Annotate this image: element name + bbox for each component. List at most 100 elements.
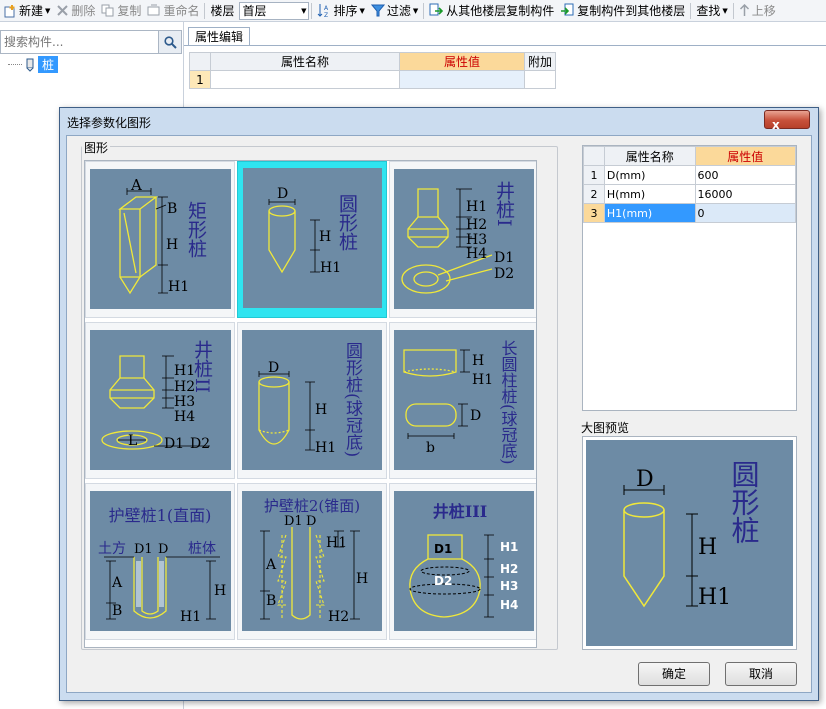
preview-title: 圆形桩 xyxy=(728,460,761,544)
well-pile-3-dim-d1: D1 xyxy=(434,542,452,556)
sort-button[interactable]: AZ 排序 ▼ xyxy=(314,0,367,21)
tree-connector xyxy=(8,64,22,65)
find-dropdown-icon: ▼ xyxy=(722,6,728,15)
extra-cell[interactable] xyxy=(524,70,556,89)
row-number[interactable]: 3 xyxy=(583,203,605,223)
param-name-cell[interactable]: D(mm) xyxy=(603,165,696,185)
chevron-down-icon: ▼ xyxy=(301,6,307,15)
rename-label: 重命名 xyxy=(163,4,200,18)
preview-dim-d: D xyxy=(636,467,654,492)
row-number[interactable]: 1 xyxy=(189,70,211,89)
param-column-header-value[interactable]: 属性值 xyxy=(694,146,797,166)
copy-from-floor-label: 从其他楼层复制构件 xyxy=(446,4,555,18)
search-input[interactable] xyxy=(0,30,163,54)
shape-tile-well-pile-3[interactable]: 井桩III D1 D2 H1 H2 H3 H4 xyxy=(389,483,536,640)
toolbar-divider xyxy=(690,2,692,19)
table-row: 3 H1(mm) 0 xyxy=(583,203,797,223)
shape-tile-round-pile[interactable]: D H H1 圆形桩 xyxy=(237,161,387,318)
value-cell[interactable] xyxy=(399,70,525,89)
copy-from-floor-button[interactable]: 从其他楼层复制构件 xyxy=(426,0,557,21)
dialog-title: 选择参数化图形 xyxy=(67,116,152,130)
wall-pile-2-drawing: 护壁桩2(锥面) D1 D H1 A B H H2 xyxy=(242,491,382,631)
move-up-button[interactable]: 上移 xyxy=(736,0,779,21)
rect-pile-dim-b: B xyxy=(167,201,177,217)
table-row: 1 D(mm) 600 xyxy=(583,165,797,185)
well-pile-3-dim-h4: H4 xyxy=(500,598,518,612)
copy-icon xyxy=(101,4,114,17)
preview-dim-h: H xyxy=(698,535,717,560)
param-column-header-name[interactable]: 属性名称 xyxy=(603,146,696,166)
delete-button[interactable]: 删除 xyxy=(53,0,98,21)
delete-label: 删除 xyxy=(71,4,96,18)
close-button[interactable]: x xyxy=(764,110,810,132)
name-cell[interactable] xyxy=(210,70,400,89)
ok-button[interactable]: 确定 xyxy=(638,662,710,686)
wall-pile-1-dim-d: D xyxy=(158,542,168,557)
round-pile-cap-title: 圆形桩(球冠底) xyxy=(342,342,363,457)
delete-icon xyxy=(57,5,69,16)
well-pile-1-dim-h2: H2 xyxy=(466,217,487,233)
new-icon xyxy=(4,4,15,17)
toolbar-divider xyxy=(204,2,206,19)
shape-tile-wall-pile-1[interactable]: 护壁桩1(直面) 土方 桩体 D1 D A B H H1 xyxy=(85,483,235,640)
column-header-name[interactable]: 属性名称 xyxy=(210,52,400,71)
copy-from-floor-icon xyxy=(429,3,444,16)
preview-drawing: D H H1 圆形桩 xyxy=(586,440,793,646)
oblong-pile-cap-dim-d: D xyxy=(470,408,481,424)
wall-pile-2-dim-d1: D1 xyxy=(284,514,303,529)
search-button[interactable] xyxy=(158,30,182,54)
well-pile-3-dim-h3: H3 xyxy=(500,579,518,593)
well-pile-2-dim-h3: H3 xyxy=(174,394,195,410)
shape-tile-well-pile-2[interactable]: H1 H2 H3 H4 L D1 D2 井桩II xyxy=(85,322,235,479)
toolbar-divider xyxy=(423,2,425,19)
well-pile-1-dim-d1: D1 xyxy=(494,250,514,266)
table-header-row: 属性名称 属性值 附加 xyxy=(189,52,556,71)
find-button[interactable]: 查找 ▼ xyxy=(693,0,730,21)
param-name-cell[interactable]: H1(mm) xyxy=(603,203,696,223)
move-up-label: 上移 xyxy=(751,4,776,18)
filter-label: 过滤 xyxy=(386,4,411,18)
new-button[interactable]: 新建 ▼ xyxy=(0,0,53,21)
filter-button[interactable]: 过滤 ▼ xyxy=(368,0,421,21)
param-value-cell[interactable]: 0 xyxy=(694,203,797,223)
round-pile-title: 圆形桩 xyxy=(336,194,358,251)
new-dropdown-icon: ▼ xyxy=(45,6,51,15)
tab-property-edit[interactable]: 属性编辑 xyxy=(188,27,251,46)
shape-tile-well-pile-1[interactable]: H1 H2 H3 H4 D1 D2 井桩I xyxy=(389,161,536,318)
row-number[interactable]: 1 xyxy=(583,165,605,185)
round-pile-cap-dim-h1: H1 xyxy=(315,440,336,456)
wall-pile-1-title: 护壁桩1(直面) xyxy=(109,506,212,525)
floor-select[interactable]: 首层 ▼ xyxy=(239,1,310,20)
row-number[interactable]: 2 xyxy=(583,184,605,204)
copy-label: 复制 xyxy=(117,4,142,18)
toolbar-divider xyxy=(732,2,734,19)
shape-tile-rect-pile[interactable]: A B H H1 矩形桩 xyxy=(85,161,235,318)
cancel-button[interactable]: 取消 xyxy=(725,662,797,686)
shape-tile-round-pile-cap[interactable]: D H H1 圆形桩(球冠底) xyxy=(237,322,387,479)
property-table: 属性名称 属性值 附加 1 xyxy=(189,52,556,89)
param-value-cell[interactable]: 16000 xyxy=(694,184,797,204)
tree-item-pile[interactable]: 桩 xyxy=(8,56,59,73)
oblong-pile-cap-drawing: H H1 D b 长圆柱桩(球冠底) xyxy=(394,330,534,470)
shape-tile-oblong-pile-cap[interactable]: H H1 D b 长圆柱桩(球冠底) xyxy=(389,322,536,479)
rename-button[interactable]: 重命名 xyxy=(144,0,202,21)
column-header-extra[interactable]: 附加 xyxy=(524,52,556,71)
oblong-pile-cap-title: 长圆柱桩(球冠底) xyxy=(499,340,518,464)
tree-item-label: 桩 xyxy=(38,56,59,73)
copy-button[interactable]: 复制 xyxy=(98,0,144,21)
param-value-cell[interactable]: 600 xyxy=(694,165,797,185)
well-pile-1-dim-h1: H1 xyxy=(466,199,487,215)
table-header-row: 属性名称 属性值 xyxy=(583,146,797,166)
shape-tile-wall-pile-2[interactable]: 护壁桩2(锥面) D1 D H1 A B H H2 xyxy=(237,483,387,640)
rect-pile-title: 矩形桩 xyxy=(185,201,207,258)
svg-text:Z: Z xyxy=(324,12,328,18)
column-header-value[interactable]: 属性值 xyxy=(399,52,525,71)
wall-pile-1-dim-a: A xyxy=(111,575,123,591)
floor-label-text: 楼层 xyxy=(210,4,235,18)
copy-to-floor-button[interactable]: 复制构件到其他楼层 xyxy=(557,0,688,21)
sort-dropdown-icon: ▼ xyxy=(359,6,365,15)
wall-pile-2-dim-a: A xyxy=(265,557,277,573)
copy-to-floor-label: 复制构件到其他楼层 xyxy=(577,4,686,18)
well-pile-3-dim-d2: D2 xyxy=(434,574,452,588)
param-name-cell[interactable]: H(mm) xyxy=(603,184,696,204)
